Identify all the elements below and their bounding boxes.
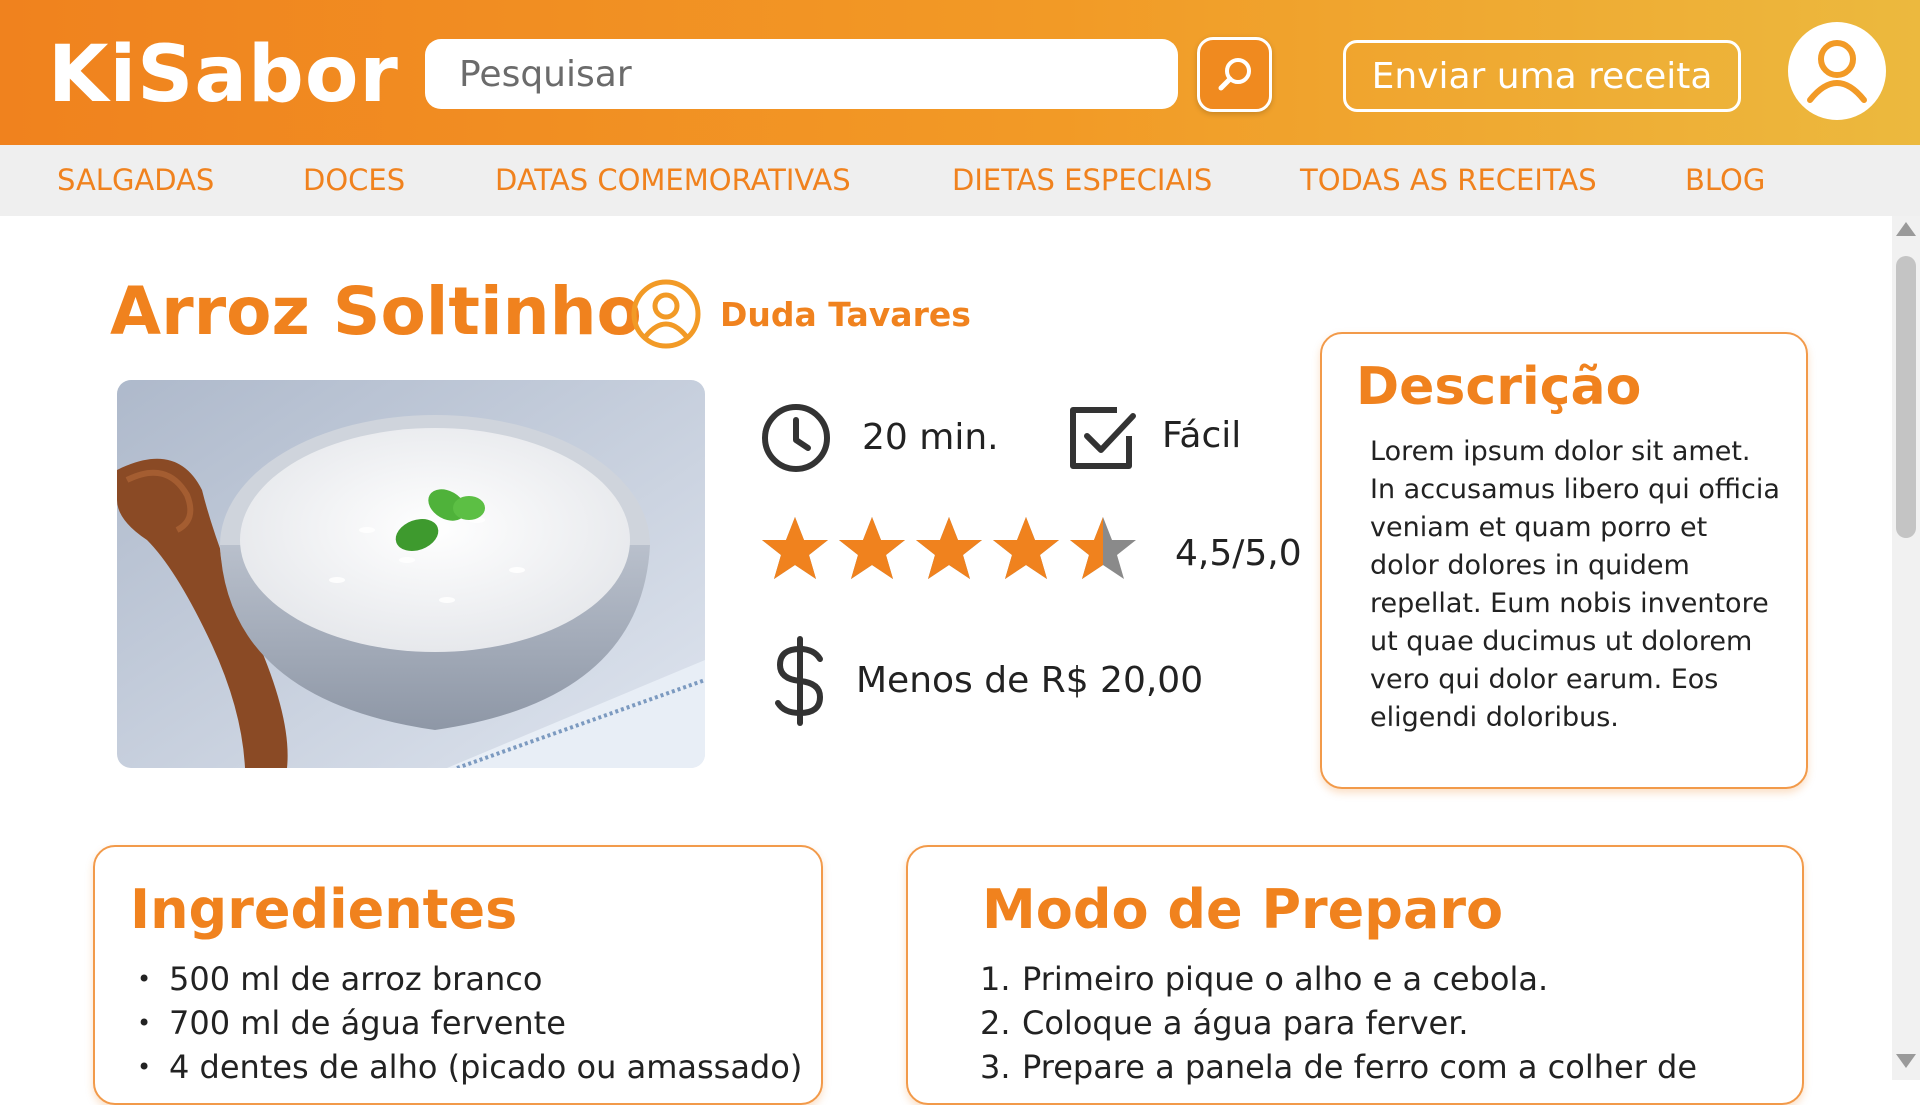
scroll-down-arrow-icon[interactable] xyxy=(1896,1054,1916,1068)
search-icon xyxy=(1218,57,1251,90)
step-number: 1. xyxy=(980,960,1011,998)
header: KiSabor Enviar uma receita xyxy=(0,0,1920,145)
nav-item-todas-as-receitas[interactable]: TODAS AS RECEITAS xyxy=(1300,145,1597,216)
user-icon xyxy=(1807,40,1867,103)
clock-icon xyxy=(762,404,830,472)
preparation-title: Modo de Preparo xyxy=(982,878,1504,941)
page-scrollbar[interactable] xyxy=(1892,216,1920,1080)
preparation-step: Primeiro pique o alho e a cebola. xyxy=(1022,960,1549,998)
star-icon xyxy=(839,517,905,579)
cost-estimate: Menos de R$ 20,00 xyxy=(856,660,1204,701)
nav-item-salgadas[interactable]: SALGADAS xyxy=(57,145,214,216)
checkbox-icon xyxy=(1070,407,1136,469)
nav-item-dietas-especiais[interactable]: DIETAS ESPECIAIS xyxy=(952,145,1212,216)
preparation-step: Coloque a água para ferver. xyxy=(1022,1004,1469,1042)
author-avatar-icon xyxy=(631,279,701,349)
preparation-step: Prepare a panela de ferro com a colher d… xyxy=(1022,1048,1698,1086)
ingredient-bullet: • xyxy=(137,1053,152,1081)
recipe-photo xyxy=(117,380,705,768)
difficulty-level: Fácil xyxy=(1162,415,1242,456)
ingredients-title: Ingredientes xyxy=(130,878,518,941)
star-icon xyxy=(1070,517,1136,579)
nav-item-blog[interactable]: BLOG xyxy=(1685,145,1765,216)
scroll-up-arrow-icon[interactable] xyxy=(1896,222,1916,236)
nav-item-datas-comemorativas[interactable]: DATAS COMEMORATIVAS xyxy=(495,145,851,216)
submit-recipe-button[interactable]: Enviar uma receita xyxy=(1343,40,1741,112)
rating-stars xyxy=(760,515,1140,585)
kisabor-logo[interactable]: KiSabor xyxy=(48,30,399,120)
author-name[interactable]: Duda Tavares xyxy=(720,292,971,338)
nav-item-doces[interactable]: DOCES xyxy=(303,145,405,216)
step-number: 2. xyxy=(980,1004,1011,1042)
user-profile-button[interactable] xyxy=(1788,22,1886,120)
ingredient-bullet: • xyxy=(137,1009,152,1037)
star-icon xyxy=(916,517,982,579)
recipe-title: Arroz Soltinho xyxy=(110,273,642,350)
step-number: 3. xyxy=(980,1048,1011,1086)
search-input[interactable] xyxy=(425,39,1178,109)
ingredient-bullet: • xyxy=(137,965,152,993)
category-nav: SALGADAS DOCES DATAS COMEMORATIVAS DIETA… xyxy=(0,145,1920,216)
prep-time: 20 min. xyxy=(862,417,999,458)
dollar-icon xyxy=(775,636,824,726)
ingredient-item: 4 dentes de alho (picado ou amassado) xyxy=(169,1048,803,1086)
search-button[interactable] xyxy=(1197,37,1272,112)
star-icon xyxy=(762,517,828,579)
star-icon xyxy=(993,517,1059,579)
ingredient-item: 700 ml de água fervente xyxy=(169,1004,566,1042)
scroll-thumb[interactable] xyxy=(1896,256,1916,538)
rating-text: 4,5/5,0 xyxy=(1175,533,1302,574)
ingredient-item: 500 ml de arroz branco xyxy=(169,960,543,998)
description-title: Descrição xyxy=(1356,357,1642,417)
description-text: Lorem ipsum dolor sit amet. In accusamus… xyxy=(1370,436,1780,733)
